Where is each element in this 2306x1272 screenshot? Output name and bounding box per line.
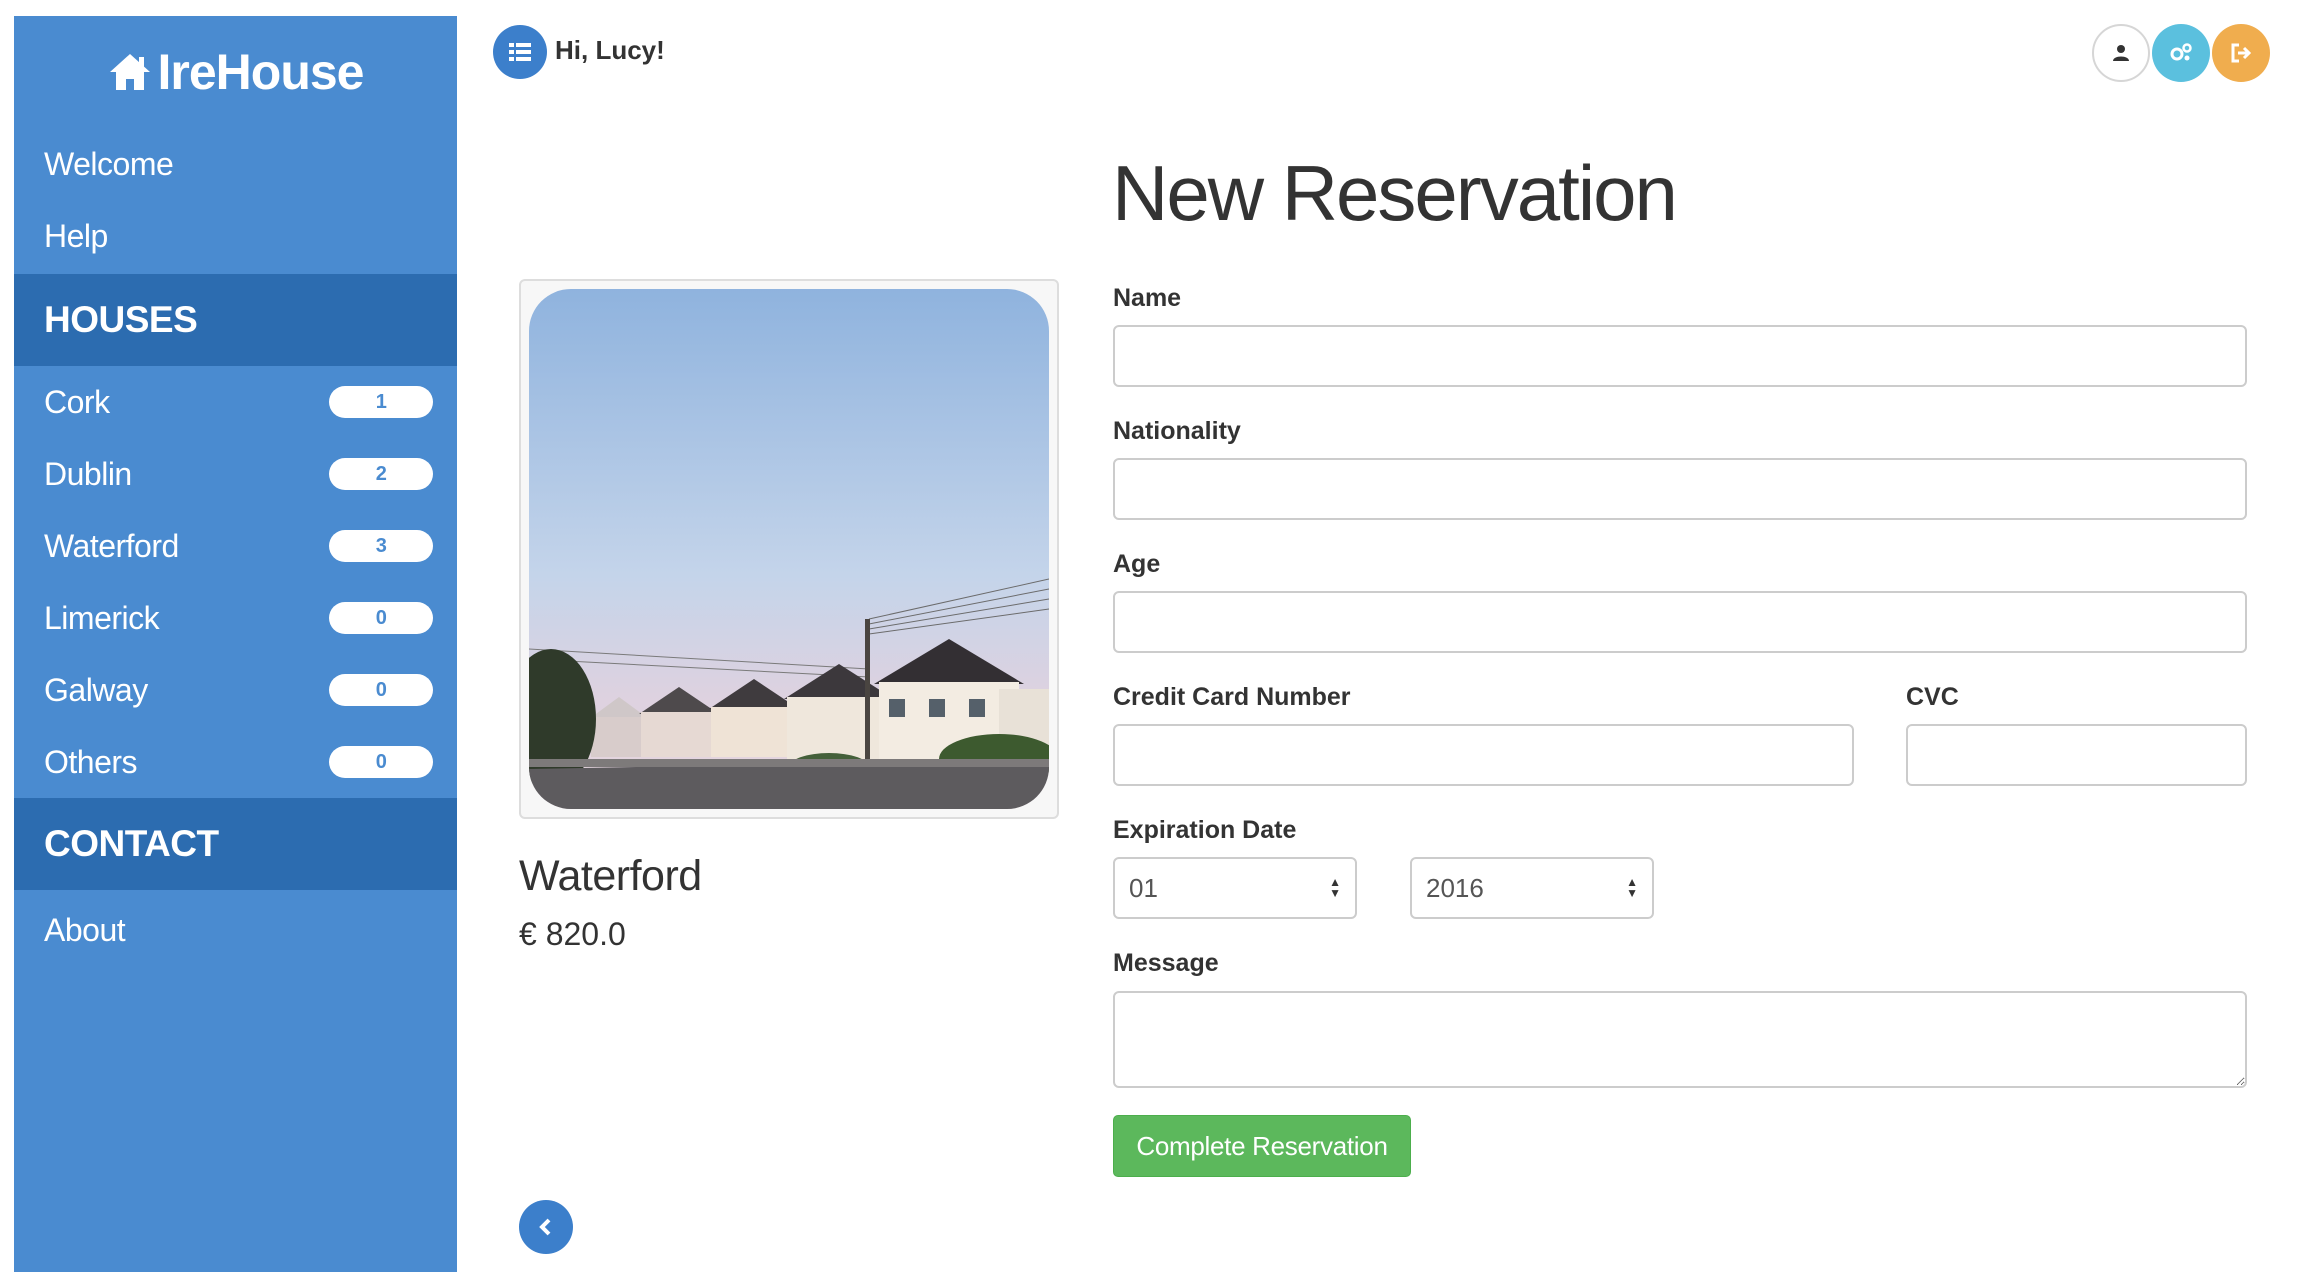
sidebar-item-label: Help xyxy=(44,217,108,254)
sidebar-item-label: Limerick xyxy=(44,599,160,636)
logout-icon xyxy=(2231,43,2252,63)
sidebar-item-label: Welcome xyxy=(44,145,174,182)
property-photo-frame xyxy=(519,279,1059,819)
sidebar-item-others[interactable]: Others 0 xyxy=(14,726,457,798)
sidebar-item-help[interactable]: Help xyxy=(14,200,457,272)
menu-toggle-button[interactable] xyxy=(493,25,547,79)
message-textarea[interactable] xyxy=(1113,991,2247,1088)
count-badge: 0 xyxy=(329,746,433,778)
name-label: Name xyxy=(1113,284,1182,312)
back-button[interactable] xyxy=(519,1200,573,1254)
count-badge: 0 xyxy=(329,674,433,706)
select-value: 2016 xyxy=(1426,872,1484,903)
age-label: Age xyxy=(1113,550,1161,578)
chevron-left-icon xyxy=(539,1218,551,1236)
sidebar-item-galway[interactable]: Galway 0 xyxy=(14,654,457,726)
user-greeting: Hi, Lucy! xyxy=(555,35,665,65)
expiration-month-select[interactable]: 01 ▲ ▼ xyxy=(1113,857,1357,919)
user-icon xyxy=(2113,45,2129,61)
sidebar-item-label: Waterford xyxy=(44,527,179,564)
sidebar-item-label: Cork xyxy=(44,383,110,420)
cvc-input[interactable] xyxy=(1906,724,2247,786)
nationality-input[interactable] xyxy=(1113,458,2247,520)
complete-reservation-button[interactable]: Complete Reservation xyxy=(1113,1115,1411,1177)
count-badge: 2 xyxy=(329,458,433,490)
sidebar-item-label: About xyxy=(44,911,126,948)
card-number-input[interactable] xyxy=(1113,724,1854,786)
sidebar: IreHouse Welcome Help HOUSES Cork 1 Dubl… xyxy=(14,16,457,1272)
brand-name: IreHouse xyxy=(157,44,365,100)
count-badge: 0 xyxy=(329,602,433,634)
expiration-label: Expiration Date xyxy=(1113,816,1297,844)
sidebar-item-about[interactable]: About xyxy=(14,894,457,966)
age-input[interactable] xyxy=(1113,591,2247,653)
property-name: Waterford xyxy=(519,852,702,900)
sidebar-item-dublin[interactable]: Dublin 2 xyxy=(14,438,457,510)
list-icon xyxy=(509,43,531,61)
card-number-label: Credit Card Number xyxy=(1113,683,1351,711)
brand-logo[interactable]: IreHouse xyxy=(14,16,457,128)
settings-button[interactable] xyxy=(2152,24,2210,82)
name-input[interactable] xyxy=(1113,325,2247,387)
count-badge: 1 xyxy=(329,386,433,418)
sidebar-item-welcome[interactable]: Welcome xyxy=(14,128,457,200)
property-photo xyxy=(529,289,1049,809)
property-price: € 820.0 xyxy=(519,916,626,952)
page-title: New Reservation xyxy=(1112,149,1678,237)
contact-heading: CONTACT xyxy=(14,798,457,890)
select-arrows-icon: ▲ ▼ xyxy=(1329,875,1341,900)
sidebar-item-label: Others xyxy=(44,743,138,780)
sidebar-item-cork[interactable]: Cork 1 xyxy=(14,366,457,438)
cvc-label: CVC xyxy=(1906,683,1959,711)
select-arrows-icon: ▲ ▼ xyxy=(1626,875,1638,900)
logout-button[interactable] xyxy=(2212,24,2270,82)
sidebar-item-limerick[interactable]: Limerick 0 xyxy=(14,582,457,654)
sidebar-item-label: Dublin xyxy=(44,455,132,492)
sidebar-item-label: Galway xyxy=(44,671,148,708)
home-icon xyxy=(109,54,150,90)
message-label: Message xyxy=(1113,949,1219,977)
select-value: 01 xyxy=(1129,872,1158,903)
houses-heading: HOUSES xyxy=(14,274,457,366)
nationality-label: Nationality xyxy=(1113,417,1241,445)
expiration-year-select[interactable]: 2016 ▲ ▼ xyxy=(1410,857,1654,919)
profile-button[interactable] xyxy=(2092,24,2150,82)
sidebar-item-waterford[interactable]: Waterford 3 xyxy=(14,510,457,582)
settings-icon xyxy=(2170,43,2192,61)
count-badge: 3 xyxy=(329,530,433,562)
